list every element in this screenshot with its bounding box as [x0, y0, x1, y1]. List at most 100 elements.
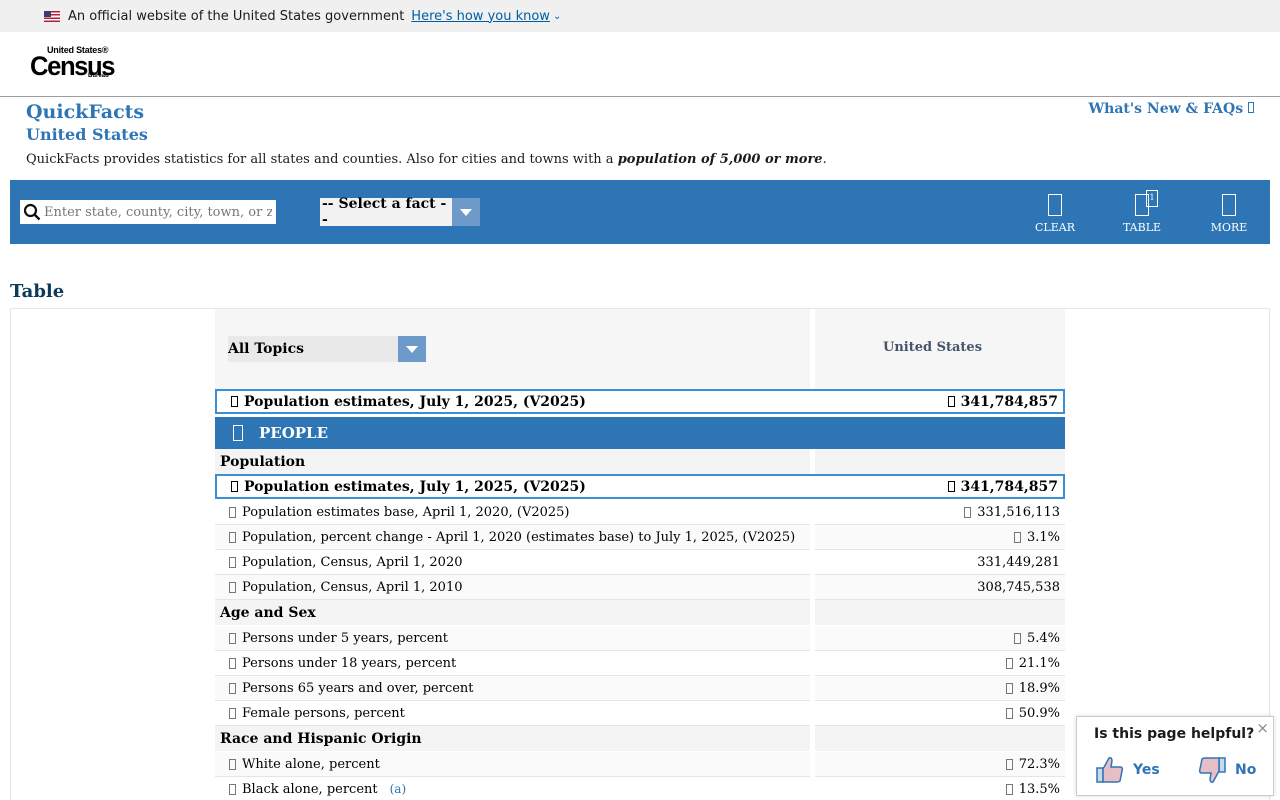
fact-value: 13.5% [1018, 781, 1060, 797]
geo-column-header[interactable]: United States [815, 340, 1050, 355]
clear-button[interactable]: CLEAR [1025, 194, 1085, 234]
info-icon[interactable] [947, 396, 955, 407]
table-row[interactable]: Persons under 5 years, percent 5.4% [215, 626, 1065, 651]
table-row[interactable]: Persons under 18 years, percent 21.1% [215, 651, 1065, 676]
fact-value: 50.9% [1018, 705, 1060, 721]
info-icon[interactable] [1005, 783, 1013, 795]
info-icon[interactable] [229, 581, 236, 593]
more-icon [1222, 194, 1236, 216]
info-icon[interactable] [231, 396, 238, 407]
info-icon[interactable] [1005, 682, 1013, 694]
info-icon[interactable] [964, 506, 972, 518]
fact-label: Population, Census, April 1, 2010 [242, 579, 463, 595]
whats-new-link[interactable]: What's New & FAQs [1088, 101, 1254, 117]
info-icon[interactable] [229, 758, 236, 770]
heres-how-you-know-link[interactable]: Here's how you know [411, 9, 550, 24]
thumbs-up-icon [1096, 757, 1124, 783]
chevron-down-icon[interactable]: ⌄ [553, 11, 561, 22]
category-row: Age and Sex [215, 600, 1065, 625]
fact-label: Population estimates, July 1, 2025, (V20… [244, 478, 586, 495]
fact-value: 18.9% [1018, 680, 1060, 696]
info-icon[interactable] [1013, 531, 1021, 543]
feedback-yes-button[interactable]: Yes [1095, 755, 1160, 785]
info-icon[interactable] [947, 481, 955, 492]
description-pre: QuickFacts provides statistics for all s… [26, 152, 618, 167]
search-icon[interactable] [20, 200, 44, 224]
page-description: QuickFacts provides statistics for all s… [26, 152, 827, 167]
logo-text-sub: Bureau [88, 73, 109, 79]
fact-value: 5.4% [1026, 630, 1060, 646]
table-row[interactable]: Black alone, percent (a) 13.5% [215, 777, 1065, 800]
fact-select-label: -- Select a fact -- [322, 196, 447, 228]
table-heading: Table [10, 281, 65, 302]
close-icon[interactable]: × [1256, 719, 1269, 737]
category-row: Population [215, 449, 1065, 474]
info-icon[interactable] [229, 657, 236, 669]
category-row: Race and Hispanic Origin [215, 726, 1065, 751]
info-icon[interactable] [231, 481, 238, 492]
thumbs-down-icon [1198, 757, 1226, 783]
info-icon[interactable] [229, 707, 236, 719]
table-row[interactable]: Population estimates base, April 1, 2020… [215, 500, 1065, 525]
fact-value: 341,784,857 [960, 478, 1058, 495]
clear-label: CLEAR [1035, 221, 1075, 234]
fact-label: Population, Census, April 1, 2020 [242, 554, 463, 570]
info-icon[interactable] [229, 682, 236, 694]
page-subtitle: United States [26, 125, 148, 144]
table-row[interactable]: Population, Census, April 1, 2020 331,44… [215, 550, 1065, 575]
fact-value: 308,745,538 [977, 579, 1060, 595]
table-row[interactable]: Population estimates, July 1, 2025, (V20… [215, 474, 1065, 499]
table-button[interactable]: 1 TABLE [1112, 190, 1172, 234]
info-icon[interactable] [229, 531, 236, 543]
search-box[interactable] [20, 200, 276, 224]
info-icon[interactable] [1013, 632, 1021, 644]
fact-value: 331,449,281 [977, 554, 1060, 570]
fact-label: White alone, percent [242, 756, 380, 772]
census-logo[interactable]: United States® Census Bureau [30, 45, 120, 83]
topic-select[interactable]: All Topics [228, 336, 426, 362]
description-post: . [822, 152, 827, 167]
info-icon[interactable] [229, 632, 236, 644]
feedback-no-label: No [1235, 762, 1257, 778]
fact-label: Persons under 18 years, percent [242, 655, 457, 671]
category-label: Race and Hispanic Origin [215, 726, 810, 751]
clear-icon [1048, 194, 1062, 216]
page-title[interactable]: QuickFacts [26, 101, 144, 123]
feedback-widget: Is this page helpful? × Yes No [1076, 716, 1274, 796]
table-row[interactable]: Population, percent change - April 1, 20… [215, 525, 1065, 550]
site-header: United States® Census Bureau [0, 32, 1280, 97]
feedback-yes-label: Yes [1133, 762, 1160, 778]
info-icon[interactable] [229, 556, 236, 568]
highlighted-fact-row[interactable]: Population estimates, July 1, 2025, (V20… [215, 389, 1065, 414]
fact-value: 341,784,857 [960, 393, 1058, 410]
fact-label: Population estimates base, April 1, 2020… [242, 504, 570, 520]
feedback-no-button[interactable]: No [1197, 755, 1256, 785]
people-icon [233, 425, 243, 441]
info-icon[interactable] [1005, 657, 1013, 669]
fact-label: Persons 65 years and over, percent [242, 680, 474, 696]
description-bold: population of 5,000 or more [617, 152, 823, 167]
info-icon[interactable] [1005, 758, 1013, 770]
more-button[interactable]: MORE [1199, 194, 1259, 234]
fact-select[interactable]: -- Select a fact -- [320, 196, 480, 228]
info-icon[interactable] [229, 506, 236, 518]
chevron-down-icon[interactable] [398, 336, 426, 362]
table-row[interactable]: Population, Census, April 1, 2010 308,74… [215, 575, 1065, 600]
info-icon[interactable] [1005, 707, 1013, 719]
table-row[interactable]: Female persons, percent 50.9% [215, 701, 1065, 726]
topic-select-label: All Topics [228, 341, 305, 357]
table-row[interactable]: Persons 65 years and over, percent 18.9% [215, 676, 1065, 701]
info-icon[interactable] [229, 783, 236, 795]
gov-banner-text: An official website of the United States… [68, 8, 405, 24]
footnote-link[interactable]: (a) [390, 782, 407, 796]
people-section-header[interactable]: PEOPLE [215, 417, 1065, 449]
table-row[interactable]: White alone, percent 72.3% [215, 752, 1065, 777]
table-label: TABLE [1122, 221, 1162, 234]
search-input[interactable] [44, 204, 272, 220]
table-count-badge: 1 [1146, 190, 1158, 207]
category-label: Population [215, 449, 810, 474]
chevron-down-icon[interactable] [452, 198, 480, 226]
fact-value: 21.1% [1018, 655, 1060, 671]
section-label: PEOPLE [259, 424, 329, 442]
fact-value: 331,516,113 [977, 504, 1060, 520]
